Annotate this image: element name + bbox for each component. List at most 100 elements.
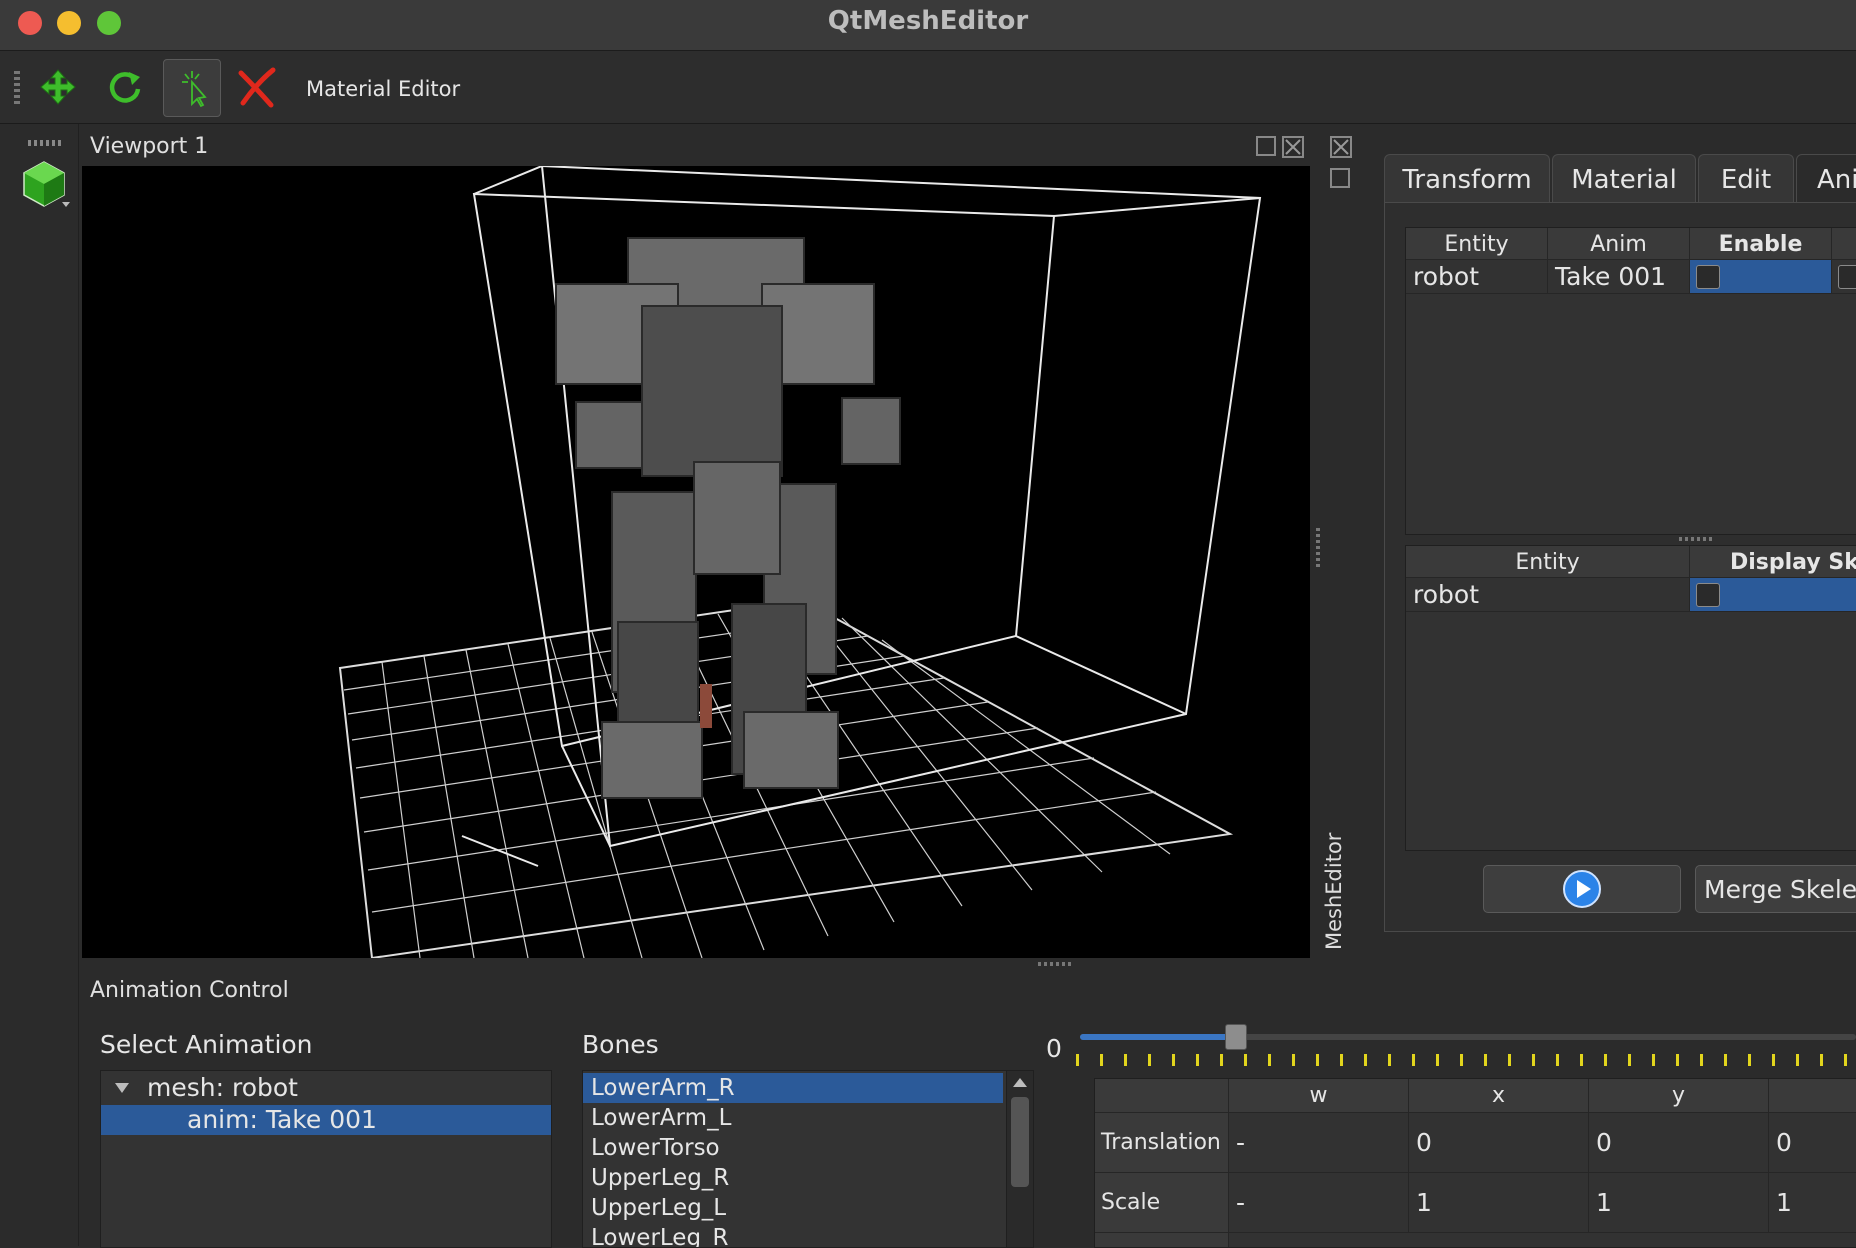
table-row-extra[interactable] — [1832, 260, 1856, 294]
list-item[interactable]: LowerArm_R — [583, 1073, 1003, 1103]
skeleton-table: Entity Display Sk robot — [1405, 545, 1856, 851]
list-item[interactable]: LowerTorso — [583, 1133, 1003, 1163]
timeline-tick — [1820, 1054, 1823, 1066]
float-viewport-icon[interactable] — [1256, 136, 1276, 156]
close-viewport-icon[interactable] — [1282, 136, 1304, 158]
translation-y[interactable]: 0 — [1589, 1113, 1769, 1173]
timeline-tick — [1796, 1054, 1799, 1066]
toolbar-grip[interactable] — [14, 71, 20, 105]
translation-w[interactable]: - — [1229, 1113, 1409, 1173]
tab-transform[interactable]: Transform — [1384, 154, 1550, 203]
scale-w[interactable]: - — [1229, 1173, 1409, 1233]
timeline-tick — [1628, 1054, 1631, 1066]
bone-keyframe-table: w x y Translation - 0 0 0 Scale - 1 1 1 — [1094, 1078, 1856, 1248]
timeline-tick — [1292, 1054, 1295, 1066]
timeline-tick — [1436, 1054, 1439, 1066]
row-header-translation: Translation — [1095, 1113, 1229, 1173]
header-anim[interactable]: Anim — [1548, 228, 1690, 260]
tree-item-mesh[interactable]: mesh: robot — [101, 1073, 551, 1103]
material-editor-button[interactable]: Material Editor — [306, 77, 460, 101]
dock-float-icon[interactable] — [1330, 168, 1350, 188]
timeline-tick — [1076, 1054, 1079, 1066]
translate-tool-button[interactable] — [30, 59, 86, 115]
left-toolbar — [0, 124, 79, 1246]
timeline-tick — [1124, 1054, 1127, 1066]
enable-checkbox[interactable] — [1696, 265, 1720, 289]
scrollbar-thumb[interactable] — [1011, 1097, 1029, 1187]
translation-z[interactable]: 0 — [1769, 1113, 1856, 1173]
loop-checkbox[interactable] — [1838, 265, 1856, 289]
human-figure — [700, 684, 712, 728]
table-splitter-handle[interactable] — [1679, 537, 1713, 541]
close-x-icon — [1333, 139, 1349, 155]
animation-tree[interactable]: mesh: robot anim: Take 001 — [100, 1070, 552, 1248]
left-toolbar-grip[interactable] — [28, 140, 62, 146]
time-slider-fill — [1080, 1034, 1235, 1040]
dock-splitter-handle[interactable] — [1316, 528, 1320, 568]
scale-x[interactable]: 1 — [1409, 1173, 1589, 1233]
display-skeleton-checkbox[interactable] — [1696, 583, 1720, 607]
dock-close-icon[interactable] — [1330, 136, 1352, 158]
timeline-tick — [1604, 1054, 1607, 1066]
list-item[interactable]: UpperLeg_L — [583, 1193, 1003, 1223]
timeline-tick — [1412, 1054, 1415, 1066]
merge-skeleton-button[interactable]: Merge Skelet — [1695, 865, 1856, 913]
play-button[interactable] — [1483, 865, 1681, 913]
timeline-ticks — [1076, 1054, 1856, 1066]
timeline-tick — [1484, 1054, 1487, 1066]
timeline-tick — [1772, 1054, 1775, 1066]
timeline-tick — [1316, 1054, 1319, 1066]
list-item[interactable]: UpperLeg_R — [583, 1163, 1003, 1193]
tab-material[interactable]: Material — [1552, 154, 1696, 203]
header-entity[interactable]: Entity — [1406, 228, 1548, 260]
table-row-display-skeleton[interactable] — [1690, 578, 1856, 612]
timeline-tick — [1556, 1054, 1559, 1066]
table-row-entity[interactable]: robot — [1406, 260, 1548, 294]
expand-arrow-icon — [115, 1083, 129, 1093]
tab-edit[interactable]: Edit — [1698, 154, 1794, 203]
animation-dock-splitter[interactable] — [1038, 962, 1074, 966]
list-item[interactable]: LowerArm_L — [583, 1103, 1003, 1133]
add-primitive-button[interactable] — [18, 158, 70, 210]
bones-scrollbar[interactable] — [1006, 1071, 1033, 1247]
timeline-tick — [1244, 1054, 1247, 1066]
table-row-enable[interactable] — [1690, 260, 1832, 294]
delete-button[interactable] — [229, 59, 285, 115]
play-icon — [1563, 870, 1601, 908]
header-x[interactable]: x — [1409, 1079, 1589, 1113]
header-entity[interactable]: Entity — [1406, 546, 1690, 578]
timeline-tick — [1676, 1054, 1679, 1066]
header-z[interactable] — [1769, 1079, 1856, 1113]
tree-item-anim[interactable]: anim: Take 001 — [101, 1105, 551, 1135]
title-bar: QtMeshEditor — [0, 0, 1856, 51]
time-slider-handle[interactable] — [1225, 1024, 1247, 1050]
header-enable[interactable]: Enable — [1690, 228, 1832, 260]
header-w[interactable]: w — [1229, 1079, 1409, 1113]
timeline-tick — [1220, 1054, 1223, 1066]
table-row-entity[interactable]: robot — [1406, 578, 1690, 612]
list-item[interactable]: LowerLeg_R — [583, 1223, 1003, 1247]
scale-y[interactable]: 1 — [1589, 1173, 1769, 1233]
window-title: QtMeshEditor — [827, 6, 1029, 36]
header-y[interactable]: y — [1589, 1079, 1769, 1113]
translation-x[interactable]: 0 — [1409, 1113, 1589, 1173]
rotate-tool-button[interactable] — [97, 59, 153, 115]
time-value: 0 — [1046, 1034, 1062, 1063]
viewport-3d[interactable] — [82, 166, 1310, 958]
bones-list[interactable]: LowerArm_R LowerArm_L LowerTorso UpperLe… — [582, 1070, 1034, 1248]
animation-table: Entity Anim Enable robot Take 001 — [1405, 227, 1856, 535]
header-extra — [1832, 228, 1856, 260]
timeline-tick — [1172, 1054, 1175, 1066]
time-slider[interactable] — [1080, 1034, 1856, 1040]
select-tool-button[interactable] — [163, 59, 221, 117]
tab-animation[interactable]: Ani — [1796, 154, 1856, 203]
header-display-skeleton[interactable]: Display Sk — [1690, 546, 1856, 578]
scale-z[interactable]: 1 — [1769, 1173, 1856, 1233]
table-row-anim[interactable]: Take 001 — [1548, 260, 1690, 294]
main-toolbar: Material Editor — [0, 51, 1856, 124]
timeline-tick — [1388, 1054, 1391, 1066]
tab-content: Entity Anim Enable robot Take 001 Entity… — [1384, 202, 1856, 932]
timeline-tick — [1268, 1054, 1271, 1066]
timeline-tick — [1844, 1054, 1847, 1066]
timeline-tick — [1748, 1054, 1751, 1066]
